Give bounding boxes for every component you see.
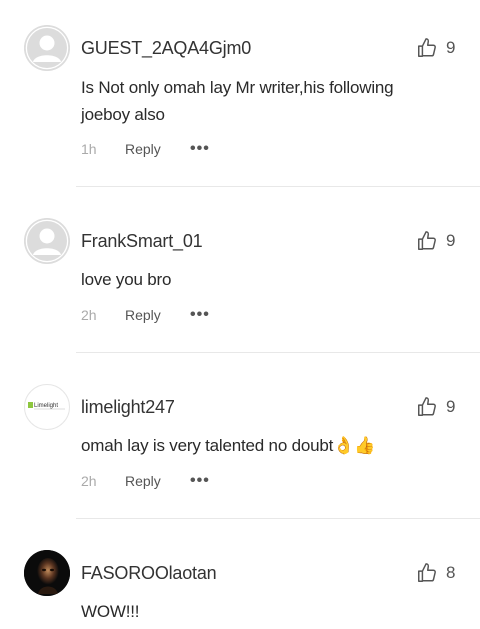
user-photo	[24, 550, 70, 596]
divider	[76, 518, 480, 519]
reply-button[interactable]: Reply	[125, 141, 190, 157]
comment-text: Is Not only omah lay Mr writer,his follo…	[81, 74, 421, 128]
thumbs-up-icon	[418, 397, 436, 416]
divider	[76, 186, 480, 187]
reply-button[interactable]: Reply	[125, 307, 190, 323]
default-avatar-icon	[24, 25, 70, 71]
username[interactable]: GUEST_2AQA4Gjm0	[81, 38, 251, 59]
default-avatar-icon	[24, 218, 70, 264]
more-options-icon[interactable]: •••	[190, 140, 210, 158]
limelight-logo: Limelight	[28, 402, 65, 410]
like-button[interactable]: 9	[416, 37, 455, 59]
avatar[interactable]	[24, 218, 70, 264]
comment-text: omah lay is very talented no doubt👌👍	[81, 436, 376, 455]
like-button[interactable]: 8	[416, 562, 455, 584]
like-count: 8	[446, 563, 456, 582]
timestamp: 2h	[81, 473, 97, 489]
like-button[interactable]: 9	[416, 230, 455, 252]
avatar[interactable]	[24, 25, 70, 71]
reply-button[interactable]: Reply	[125, 473, 190, 489]
comment-text: love you bro	[81, 270, 172, 289]
thumbs-up-icon	[418, 563, 436, 582]
comment-text: WOW!!!	[81, 602, 140, 621]
divider	[76, 352, 480, 353]
comment-meta: 2h Reply •••	[81, 306, 210, 324]
timestamp: 2h	[81, 307, 97, 323]
avatar[interactable]	[24, 550, 70, 596]
timestamp: 1h	[81, 141, 97, 157]
comment-text-line: joeboy also	[81, 105, 165, 124]
more-options-icon[interactable]: •••	[190, 472, 210, 490]
username[interactable]: FASOROOlaotan	[81, 563, 217, 584]
thumbs-up-icon	[418, 38, 436, 57]
thumbs-up-icon	[418, 231, 436, 250]
more-options-icon[interactable]: •••	[190, 306, 210, 324]
comment-meta: 1h Reply •••	[81, 140, 210, 158]
like-count: 9	[446, 397, 456, 416]
logo-text: Limelight	[34, 403, 58, 409]
like-button[interactable]: 9	[416, 396, 455, 418]
like-count: 9	[446, 231, 456, 250]
username[interactable]: limelight247	[81, 397, 175, 418]
comment-meta: 2h Reply •••	[81, 472, 210, 490]
comment-text-line: Is Not only omah lay Mr writer,his follo…	[81, 78, 394, 97]
avatar[interactable]: Limelight	[24, 384, 70, 430]
username[interactable]: FrankSmart_01	[81, 231, 203, 252]
like-count: 9	[446, 38, 456, 57]
